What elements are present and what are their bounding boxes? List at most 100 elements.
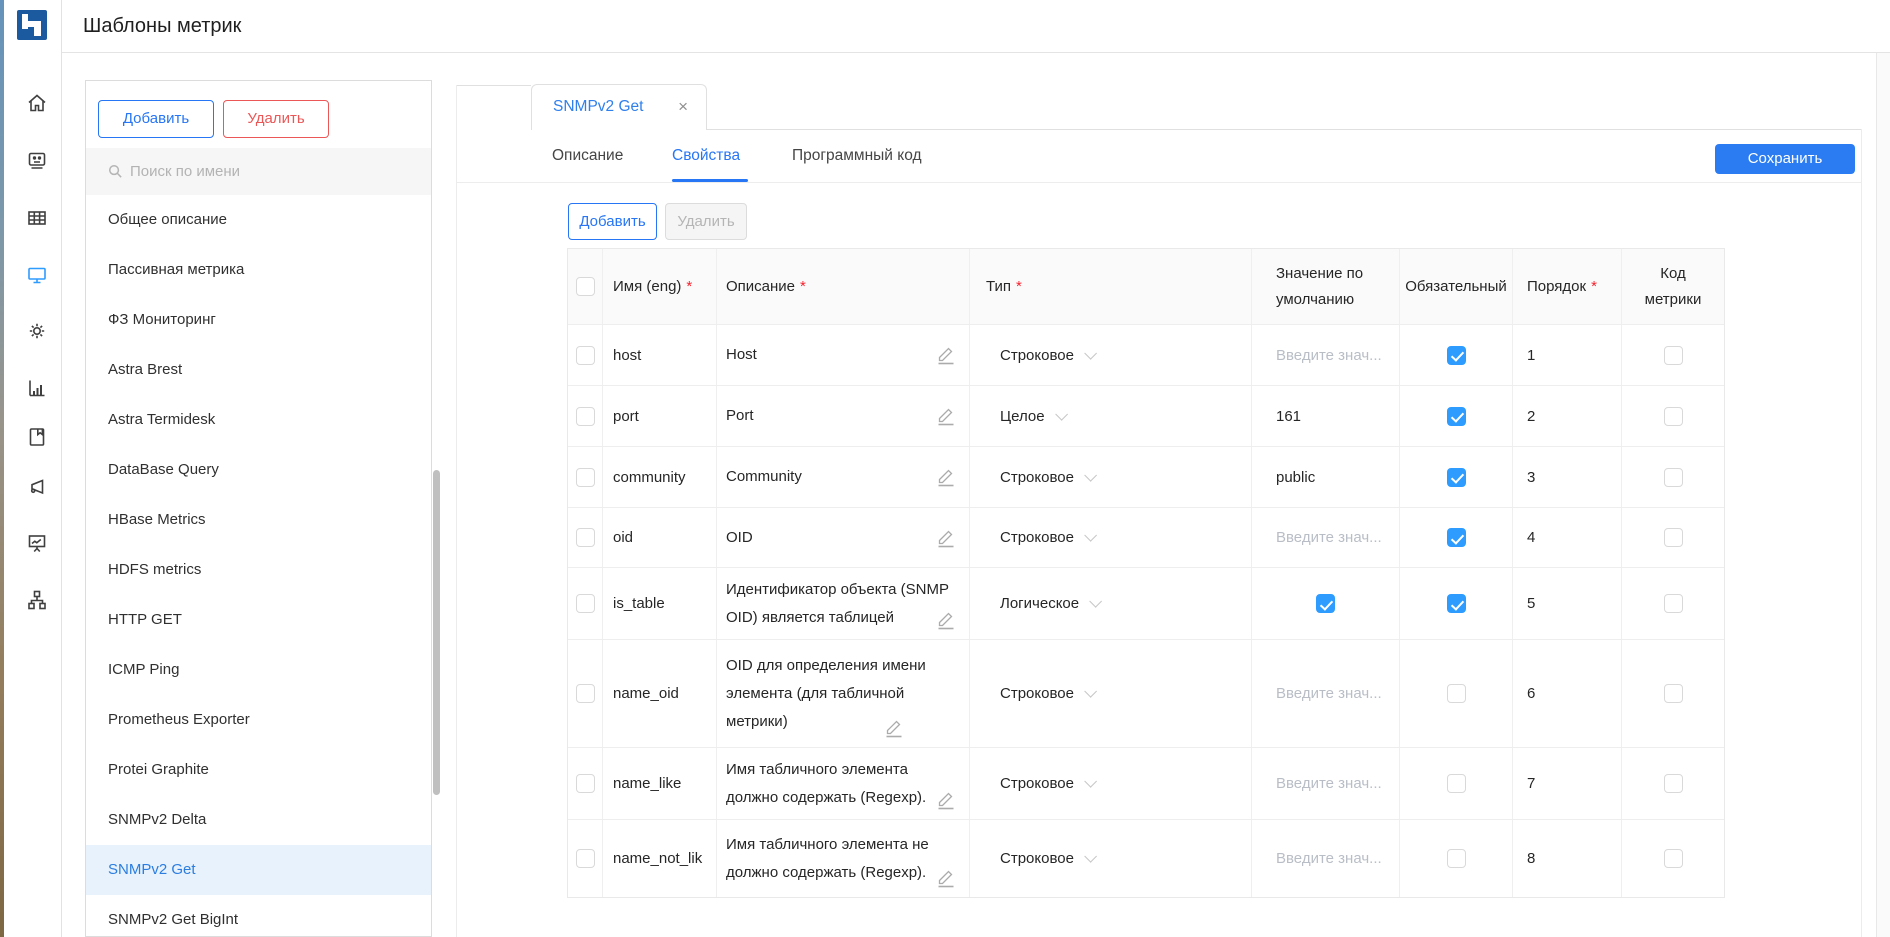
row-select-checkbox[interactable]	[576, 346, 595, 365]
edit-icon[interactable]	[935, 609, 957, 631]
metric-code-checkbox[interactable]	[1664, 528, 1683, 547]
default-value-cell[interactable]: Введите знач...	[1252, 325, 1400, 385]
megaphone-icon[interactable]	[25, 475, 49, 499]
default-value-cell[interactable]: Введите знач...	[1252, 820, 1400, 897]
default-value: Введите знач...	[1276, 529, 1382, 546]
row-select-checkbox[interactable]	[576, 684, 595, 703]
param-description: OID для определения имени элемента (для …	[726, 652, 963, 736]
required-checkbox[interactable]	[1447, 468, 1466, 487]
required-checkbox[interactable]	[1447, 346, 1466, 365]
edit-icon[interactable]	[935, 527, 957, 549]
type-dropdown[interactable]: Строковое	[970, 447, 1252, 507]
required-checkbox[interactable]	[1447, 684, 1466, 703]
default-value: Введите знач...	[1276, 347, 1382, 364]
list-item[interactable]: DataBase Query	[86, 445, 431, 495]
row-select-checkbox[interactable]	[576, 528, 595, 547]
list-item[interactable]: Astra Brest	[86, 345, 431, 395]
subtab-properties[interactable]: Свойства	[672, 143, 740, 171]
book-icon[interactable]	[25, 425, 49, 449]
list-item[interactable]: Пассивная метрика	[86, 245, 431, 295]
add-template-button[interactable]: Добавить	[98, 100, 214, 138]
list-item-selected[interactable]: SNMPv2 Get	[86, 845, 431, 895]
required-checkbox[interactable]	[1447, 594, 1466, 613]
list-item[interactable]: HDFS metrics	[86, 545, 431, 595]
subtab-description[interactable]: Описание	[552, 143, 623, 171]
type-dropdown[interactable]: Целое	[970, 386, 1252, 446]
list-item[interactable]: ФЗ Мониторинг	[86, 295, 431, 345]
type-dropdown[interactable]: Строковое	[970, 748, 1252, 819]
metric-code-checkbox[interactable]	[1664, 774, 1683, 793]
edit-icon[interactable]	[935, 789, 957, 811]
required-checkbox[interactable]	[1447, 528, 1466, 547]
list-item[interactable]: HTTP GET	[86, 595, 431, 645]
save-button[interactable]: Сохранить	[1715, 144, 1855, 174]
home-icon[interactable]	[25, 91, 49, 115]
row-select-checkbox[interactable]	[576, 594, 595, 613]
default-value-cell[interactable]: 161	[1252, 386, 1400, 446]
chevron-down-icon	[1084, 775, 1097, 788]
default-value-cell[interactable]: Введите знач...	[1252, 640, 1400, 747]
page-title: Шаблоны метрик	[83, 0, 241, 53]
table-icon[interactable]	[25, 206, 49, 230]
row-select-checkbox[interactable]	[576, 774, 595, 793]
metric-code-checkbox[interactable]	[1664, 468, 1683, 487]
row-select-checkbox[interactable]	[576, 849, 595, 868]
search-input[interactable]	[130, 148, 420, 195]
type-dropdown[interactable]: Строковое	[970, 820, 1252, 897]
page-scrollbar[interactable]	[1876, 53, 1890, 937]
search-icon	[107, 163, 124, 180]
panel-scrollbar-thumb[interactable]	[433, 470, 440, 795]
tab-snmpv2-get[interactable]: SNMPv2 Get ×	[531, 84, 707, 130]
edit-icon[interactable]	[883, 717, 905, 739]
chevron-down-icon	[1084, 529, 1097, 542]
list-item[interactable]: Protei Graphite	[86, 745, 431, 795]
list-item[interactable]: SNMPv2 Delta	[86, 795, 431, 845]
row-select-checkbox[interactable]	[576, 407, 595, 426]
type-dropdown[interactable]: Логическое	[970, 568, 1252, 639]
delete-template-button[interactable]: Удалить	[223, 100, 329, 138]
list-item[interactable]: Prometheus Exporter	[86, 695, 431, 745]
subtab-program-code[interactable]: Программный код	[792, 143, 922, 171]
row-select-checkbox[interactable]	[576, 468, 595, 487]
default-value-cell[interactable]: public	[1252, 447, 1400, 507]
required-checkbox[interactable]	[1447, 407, 1466, 426]
list-item[interactable]: Astra Termidesk	[86, 395, 431, 445]
list-item[interactable]: ICMP Ping	[86, 645, 431, 695]
content-right-border	[1861, 129, 1862, 937]
edit-icon[interactable]	[935, 405, 957, 427]
default-value-cell[interactable]: Введите знач...	[1252, 508, 1400, 567]
type-dropdown[interactable]: Строковое	[970, 325, 1252, 385]
bar-chart-icon[interactable]	[25, 376, 49, 400]
default-value-cell[interactable]: Введите знач...	[1252, 748, 1400, 819]
select-all-checkbox[interactable]	[576, 277, 595, 296]
sitemap-icon[interactable]	[25, 588, 49, 612]
param-description: Имя табличного элемента не должно содерж…	[726, 831, 963, 887]
metric-code-checkbox[interactable]	[1664, 407, 1683, 426]
type-dropdown[interactable]: Строковое	[970, 640, 1252, 747]
default-value-checkbox[interactable]	[1316, 594, 1335, 613]
monitor-icon[interactable]	[25, 263, 49, 287]
list-item[interactable]: SNMPv2 Get BigInt	[86, 895, 431, 937]
edit-icon[interactable]	[935, 867, 957, 889]
tab-close-icon[interactable]: ×	[678, 85, 688, 130]
required-checkbox[interactable]	[1447, 774, 1466, 793]
type-value: Строковое	[1000, 529, 1074, 546]
list-item[interactable]: HBase Metrics	[86, 495, 431, 545]
list-item[interactable]: Общее описание	[86, 195, 431, 245]
metric-code-checkbox[interactable]	[1664, 594, 1683, 613]
bot-icon[interactable]	[25, 149, 49, 173]
required-checkbox[interactable]	[1447, 849, 1466, 868]
metric-code-checkbox[interactable]	[1664, 849, 1683, 868]
metric-code-checkbox[interactable]	[1664, 346, 1683, 365]
gear-icon[interactable]	[25, 319, 49, 343]
presentation-chart-icon[interactable]	[25, 531, 49, 555]
add-row-button[interactable]: Добавить	[568, 203, 657, 240]
default-value: 161	[1276, 408, 1301, 425]
edit-icon[interactable]	[935, 466, 957, 488]
delete-row-button[interactable]: Удалить	[665, 203, 747, 240]
app-logo[interactable]	[17, 10, 47, 40]
type-dropdown[interactable]: Строковое	[970, 508, 1252, 567]
edit-icon[interactable]	[935, 344, 957, 366]
chevron-down-icon	[1089, 595, 1102, 608]
metric-code-checkbox[interactable]	[1664, 684, 1683, 703]
